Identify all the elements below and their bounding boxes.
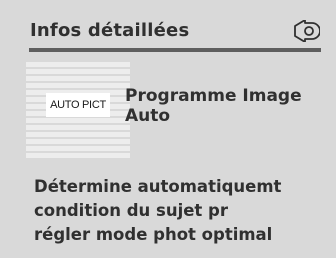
mode-name: Programme Image Auto xyxy=(125,86,302,126)
description-line-3: régler mode phot optimal xyxy=(34,225,273,244)
mode-name-line-1: Programme Image xyxy=(125,86,302,106)
page-title: Infos détaillées xyxy=(30,20,190,41)
header-divider xyxy=(29,48,321,52)
auto-pict-badge: AUTO PICT xyxy=(46,93,110,117)
back-return-icon[interactable] xyxy=(292,19,321,43)
mode-name-line-2: Auto xyxy=(125,106,171,126)
description-line-2: condition du sujet pr xyxy=(34,201,228,220)
mode-description: Détermine automatiquemt condition du suj… xyxy=(34,175,281,247)
info-screen: Infos détaillées AUTO PICT Programme Ima… xyxy=(0,0,336,258)
description-line-1: Détermine automatiquemt xyxy=(34,177,282,196)
